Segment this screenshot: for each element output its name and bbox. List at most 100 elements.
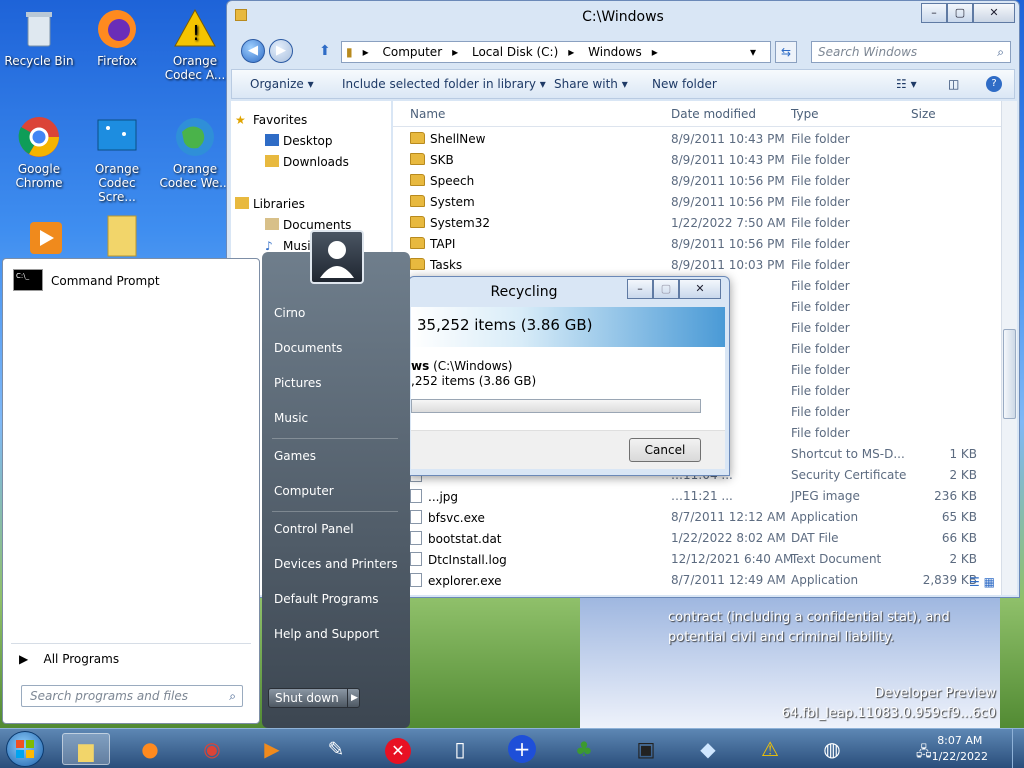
breadcrumb-windows[interactable]: Windows (588, 45, 642, 59)
nav-downloads[interactable]: Downloads (265, 155, 349, 169)
desktop-icon-orange-codec-a[interactable]: ! Orange Codec A... (156, 6, 234, 82)
maximize-button[interactable]: ▢ (947, 3, 973, 23)
desktop-icon-orange-codec-screen[interactable]: Orange Codec Scre... (78, 114, 156, 204)
table-row[interactable]: DtcInstall.log 12/12/2021 6:40 AM Text Doc… (393, 549, 1001, 570)
add-taskbar-icon[interactable]: + (504, 733, 540, 765)
shutdown-button[interactable]: Shut down ▶ (268, 688, 360, 708)
warning-taskbar-icon[interactable]: ⚠ (752, 733, 788, 765)
breadcrumb-computer[interactable]: Computer (382, 45, 442, 59)
organize-button[interactable]: Organize ▾ (250, 77, 314, 91)
nav-libraries[interactable]: Libraries (235, 197, 305, 211)
build-watermark: Developer Preview 64.fbl_leap.11083.0.95… (781, 686, 996, 721)
glass-taskbar-icon[interactable]: ◆ (690, 733, 726, 765)
table-row[interactable]: bfsvc.exe 8/7/2011 12:12 AM Application 65 … (393, 507, 1001, 528)
dialog-minimize-button[interactable]: – (627, 279, 653, 299)
network-icon[interactable]: 🖧 (916, 741, 932, 765)
globe-taskbar-icon[interactable]: ◍ (814, 733, 850, 765)
column-date-modified[interactable]: Date modified (671, 107, 756, 121)
user-avatar[interactable] (310, 230, 364, 284)
explorer-taskbar-icon[interactable]: ▆ (62, 733, 110, 765)
file-name: ...jpg (410, 489, 458, 504)
notepad-taskbar-icon[interactable]: ✎ (318, 733, 354, 765)
desktop-icon-google-chrome[interactable]: Google Chrome (0, 114, 78, 190)
preview-pane-icon[interactable]: ◫ (948, 77, 959, 91)
file-type: Application (791, 510, 859, 524)
file-name: explorer.exe (410, 573, 502, 588)
table-row[interactable]: explorer.exe 8/7/2011 12:49 AM Application… (393, 570, 1001, 591)
scrollbar-thumb[interactable] (1003, 329, 1016, 419)
view-options-icon[interactable]: ☷ ▾ (896, 77, 917, 91)
desktop-icon-orange-codec-web[interactable]: Orange Codec We... (156, 114, 234, 190)
up-arrow-icon[interactable]: ⬆ (319, 43, 331, 59)
explorer-titlebar[interactable]: C:\Windows – ▢ ✕ (227, 1, 1019, 35)
close-button[interactable]: ✕ (973, 3, 1015, 23)
table-row[interactable]: Tasks 8/9/2011 10:03 PM File folder (393, 255, 1001, 276)
monitor-taskbar-icon[interactable]: ▣ (628, 733, 664, 765)
column-type[interactable]: Type (791, 107, 819, 121)
file-date: …11:21 ... (671, 489, 733, 503)
link-computer[interactable]: Computer (274, 484, 334, 498)
forward-button[interactable]: ▶ (269, 39, 293, 63)
table-row[interactable]: System 8/9/2011 10:56 PM File folder (393, 192, 1001, 213)
vertical-scrollbar[interactable] (1001, 101, 1017, 595)
music-icon: ♪ (265, 239, 273, 253)
file-name: bfsvc.exe (410, 510, 485, 525)
shutdown-options-arrow[interactable]: ▶ (347, 689, 361, 707)
file-date: 8/9/2011 10:56 PM (671, 174, 785, 188)
divider (11, 643, 251, 644)
link-default-programs[interactable]: Default Programs (274, 592, 379, 606)
link-control-panel[interactable]: Control Panel (274, 522, 354, 536)
link-user[interactable]: Cirno (274, 306, 305, 320)
desktop-icon-recycle-bin[interactable]: Recycle Bin (0, 6, 78, 68)
items-line: ,252 items (3.86 GB) (411, 374, 537, 388)
table-row[interactable]: ...jpg …11:21 ... JPEG image 236 KB (393, 486, 1001, 507)
refresh-button[interactable]: ⇆ (775, 41, 797, 63)
link-music[interactable]: Music (274, 411, 308, 425)
show-desktop-button[interactable] (1012, 729, 1024, 768)
program-command-prompt[interactable]: Command Prompt (51, 274, 160, 288)
link-documents[interactable]: Documents (274, 341, 342, 355)
tree-taskbar-icon[interactable]: ♣ (566, 733, 602, 765)
firefox-taskbar-icon[interactable]: ● (132, 733, 168, 765)
system-clock[interactable]: 8:07 AM 1/22/2022 (932, 733, 988, 765)
table-row[interactable]: ShellNew 8/9/2011 10:43 PM File folder (393, 129, 1001, 150)
details-view-icon[interactable]: ☰ ▦ (969, 575, 995, 589)
search-input[interactable]: Search Windows ⌕ (811, 41, 1011, 63)
chevron-down-icon[interactable]: ▾ (750, 42, 756, 62)
dialog-close-button[interactable]: ✕ (679, 279, 721, 299)
link-games[interactable]: Games (274, 449, 316, 463)
file-date: 8/7/2011 12:49 AM (671, 573, 786, 587)
cancel-button[interactable]: Cancel (629, 438, 701, 462)
table-row[interactable]: System32 1/22/2022 7:50 AM File folder (393, 213, 1001, 234)
link-devices-printers[interactable]: Devices and Printers (274, 557, 398, 571)
minimize-button[interactable]: – (921, 3, 947, 23)
breadcrumb-local-disk[interactable]: Local Disk (C:) (472, 45, 558, 59)
file-size: 2,839 KB (922, 573, 977, 587)
all-programs-button[interactable]: ▶ All Programs (19, 652, 119, 666)
include-in-library-button[interactable]: Include selected folder in library ▾ (342, 77, 546, 91)
media-taskbar-icon[interactable]: ▶ (254, 733, 290, 765)
link-pictures[interactable]: Pictures (274, 376, 322, 390)
address-bar[interactable]: ▮ ▸ Computer ▸ Local Disk (C:) ▸ Windows ▸ ▾ (341, 41, 771, 63)
column-name[interactable]: Name (410, 107, 445, 121)
error-taskbar-icon[interactable]: ✕ (380, 733, 416, 765)
chrome-taskbar-icon[interactable]: ◉ (194, 733, 230, 765)
link-help-support[interactable]: Help and Support (274, 627, 379, 641)
nav-favorites[interactable]: ★ Favorites (235, 113, 307, 127)
share-with-button[interactable]: Share with ▾ (554, 77, 628, 91)
column-size[interactable]: Size (911, 107, 936, 121)
warning-icon: ! (172, 6, 218, 52)
help-icon[interactable]: ? (986, 76, 1002, 92)
table-row[interactable]: SKB 8/9/2011 10:43 PM File folder (393, 150, 1001, 171)
table-row[interactable]: bootstat.dat 1/22/2022 8:02 AM DAT File 66 … (393, 528, 1001, 549)
table-row[interactable]: TAPI 8/9/2011 10:56 PM File folder (393, 234, 1001, 255)
new-folder-button[interactable]: New folder (652, 77, 717, 91)
table-row[interactable]: Speech 8/9/2011 10:56 PM File folder (393, 171, 1001, 192)
start-search-input[interactable]: Search programs and files ⌕ (21, 685, 243, 707)
start-button[interactable] (6, 731, 44, 767)
back-button[interactable]: ◀ (241, 39, 265, 63)
libraries-icon (235, 197, 249, 209)
document-taskbar-icon[interactable]: ▯ (442, 733, 478, 765)
nav-desktop[interactable]: Desktop (265, 134, 333, 148)
desktop-icon-firefox[interactable]: Firefox (78, 6, 156, 68)
